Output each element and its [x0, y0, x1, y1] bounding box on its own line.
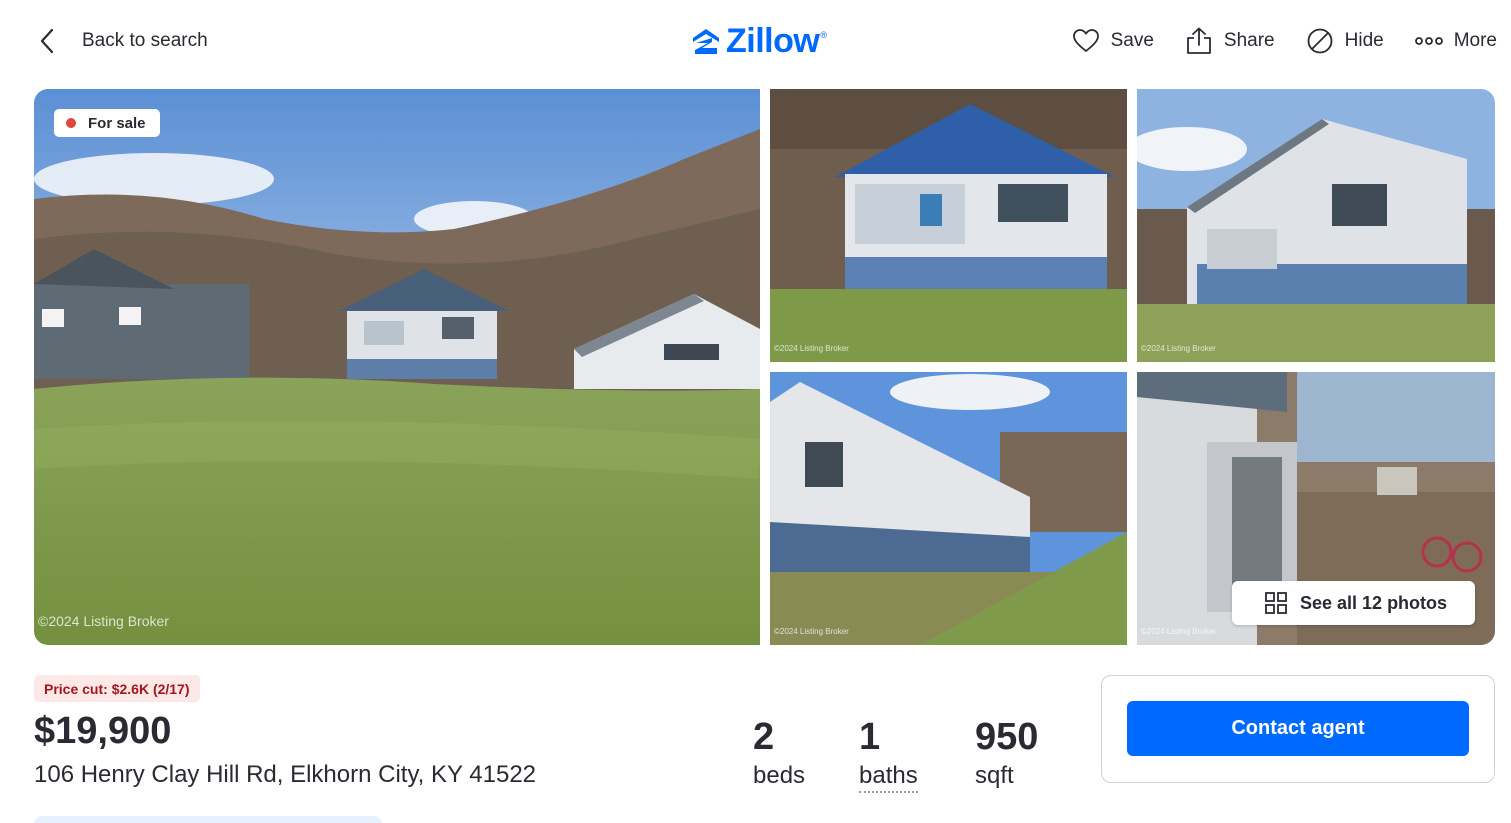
- back-to-search-link[interactable]: Back to search: [36, 24, 208, 58]
- gallery-photo-4-image: [770, 372, 1127, 645]
- share-label: Share: [1223, 30, 1275, 51]
- grid-icon: [1265, 592, 1287, 614]
- photo-watermark-small: ©2024 Listing Broker: [774, 627, 849, 636]
- gallery-photo-2-image: [770, 89, 1127, 362]
- more-icon: [1414, 37, 1443, 45]
- hide-label: Hide: [1344, 30, 1384, 51]
- photo-gallery: ©2024 Listing Broker For sale ©2024 List…: [34, 89, 1495, 645]
- baths-value: 1: [859, 716, 881, 758]
- share-button[interactable]: Share: [1184, 26, 1275, 56]
- save-button[interactable]: Save: [1071, 26, 1154, 56]
- back-to-search-label: Back to search: [82, 30, 208, 51]
- listing-price: $19,900: [34, 710, 172, 752]
- photo-watermark-small: ©2024 Listing Broker: [1141, 344, 1216, 353]
- baths-label-tooltip[interactable]: baths: [859, 762, 918, 793]
- baths-stat: 1 baths: [859, 716, 918, 793]
- gallery-photo-4[interactable]: ©2024 Listing Broker: [770, 372, 1127, 645]
- main-photo-image: [34, 89, 760, 645]
- see-all-photos-button[interactable]: See all 12 photos: [1232, 581, 1475, 625]
- contact-card: Contact agent: [1101, 675, 1495, 783]
- status-dot: [66, 118, 76, 128]
- zillow-logo[interactable]: Zillow ®: [690, 22, 827, 61]
- main-photo[interactable]: ©2024 Listing Broker For sale: [34, 89, 760, 645]
- see-all-photos-label: See all 12 photos: [1300, 592, 1448, 613]
- gallery-photo-3[interactable]: ©2024 Listing Broker: [1137, 89, 1495, 362]
- price-cut-badge: Price cut: $2.6K (2/17): [34, 675, 200, 702]
- sqft-label: sqft: [975, 762, 1014, 789]
- gallery-photo-3-image: [1137, 89, 1495, 362]
- photo-watermark-small: ©2024 Listing Broker: [774, 344, 849, 353]
- logo-registered-mark: ®: [820, 29, 827, 40]
- status-badge: For sale: [54, 109, 160, 137]
- top-header: Back to search Zillow ® Save Share Hide …: [0, 0, 1511, 82]
- contact-agent-button[interactable]: Contact agent: [1127, 701, 1469, 756]
- more-button[interactable]: More: [1414, 26, 1497, 56]
- zillow-home-icon: [693, 28, 719, 54]
- heart-icon: [1072, 29, 1099, 52]
- beds-label: beds: [753, 762, 806, 789]
- status-badge-label: For sale: [88, 114, 146, 132]
- save-label: Save: [1110, 30, 1154, 51]
- gallery-photo-5[interactable]: ©2024 Listing Broker See all 12 photos: [1137, 372, 1495, 645]
- hide-icon: [1307, 28, 1333, 54]
- hide-button[interactable]: Hide: [1305, 26, 1384, 56]
- chevron-left-icon: [40, 28, 54, 54]
- photo-watermark-small: ©2024 Listing Broker: [1141, 627, 1216, 636]
- next-section-edge: [34, 816, 382, 823]
- photo-watermark: ©2024 Listing Broker: [38, 613, 169, 629]
- listing-actions: Save Share Hide More: [1041, 24, 1497, 58]
- gallery-photo-2[interactable]: ©2024 Listing Broker: [770, 89, 1127, 362]
- sqft-stat: 950 sqft: [975, 716, 1038, 790]
- more-label: More: [1453, 30, 1497, 51]
- logo-wordmark: Zillow: [726, 22, 820, 60]
- listing-address: 106 Henry Clay Hill Rd, Elkhorn City, KY…: [34, 761, 537, 788]
- sqft-value: 950: [975, 716, 1039, 758]
- beds-value: 2: [753, 716, 775, 758]
- beds-stat: 2 beds: [753, 716, 805, 790]
- share-icon: [1187, 27, 1211, 54]
